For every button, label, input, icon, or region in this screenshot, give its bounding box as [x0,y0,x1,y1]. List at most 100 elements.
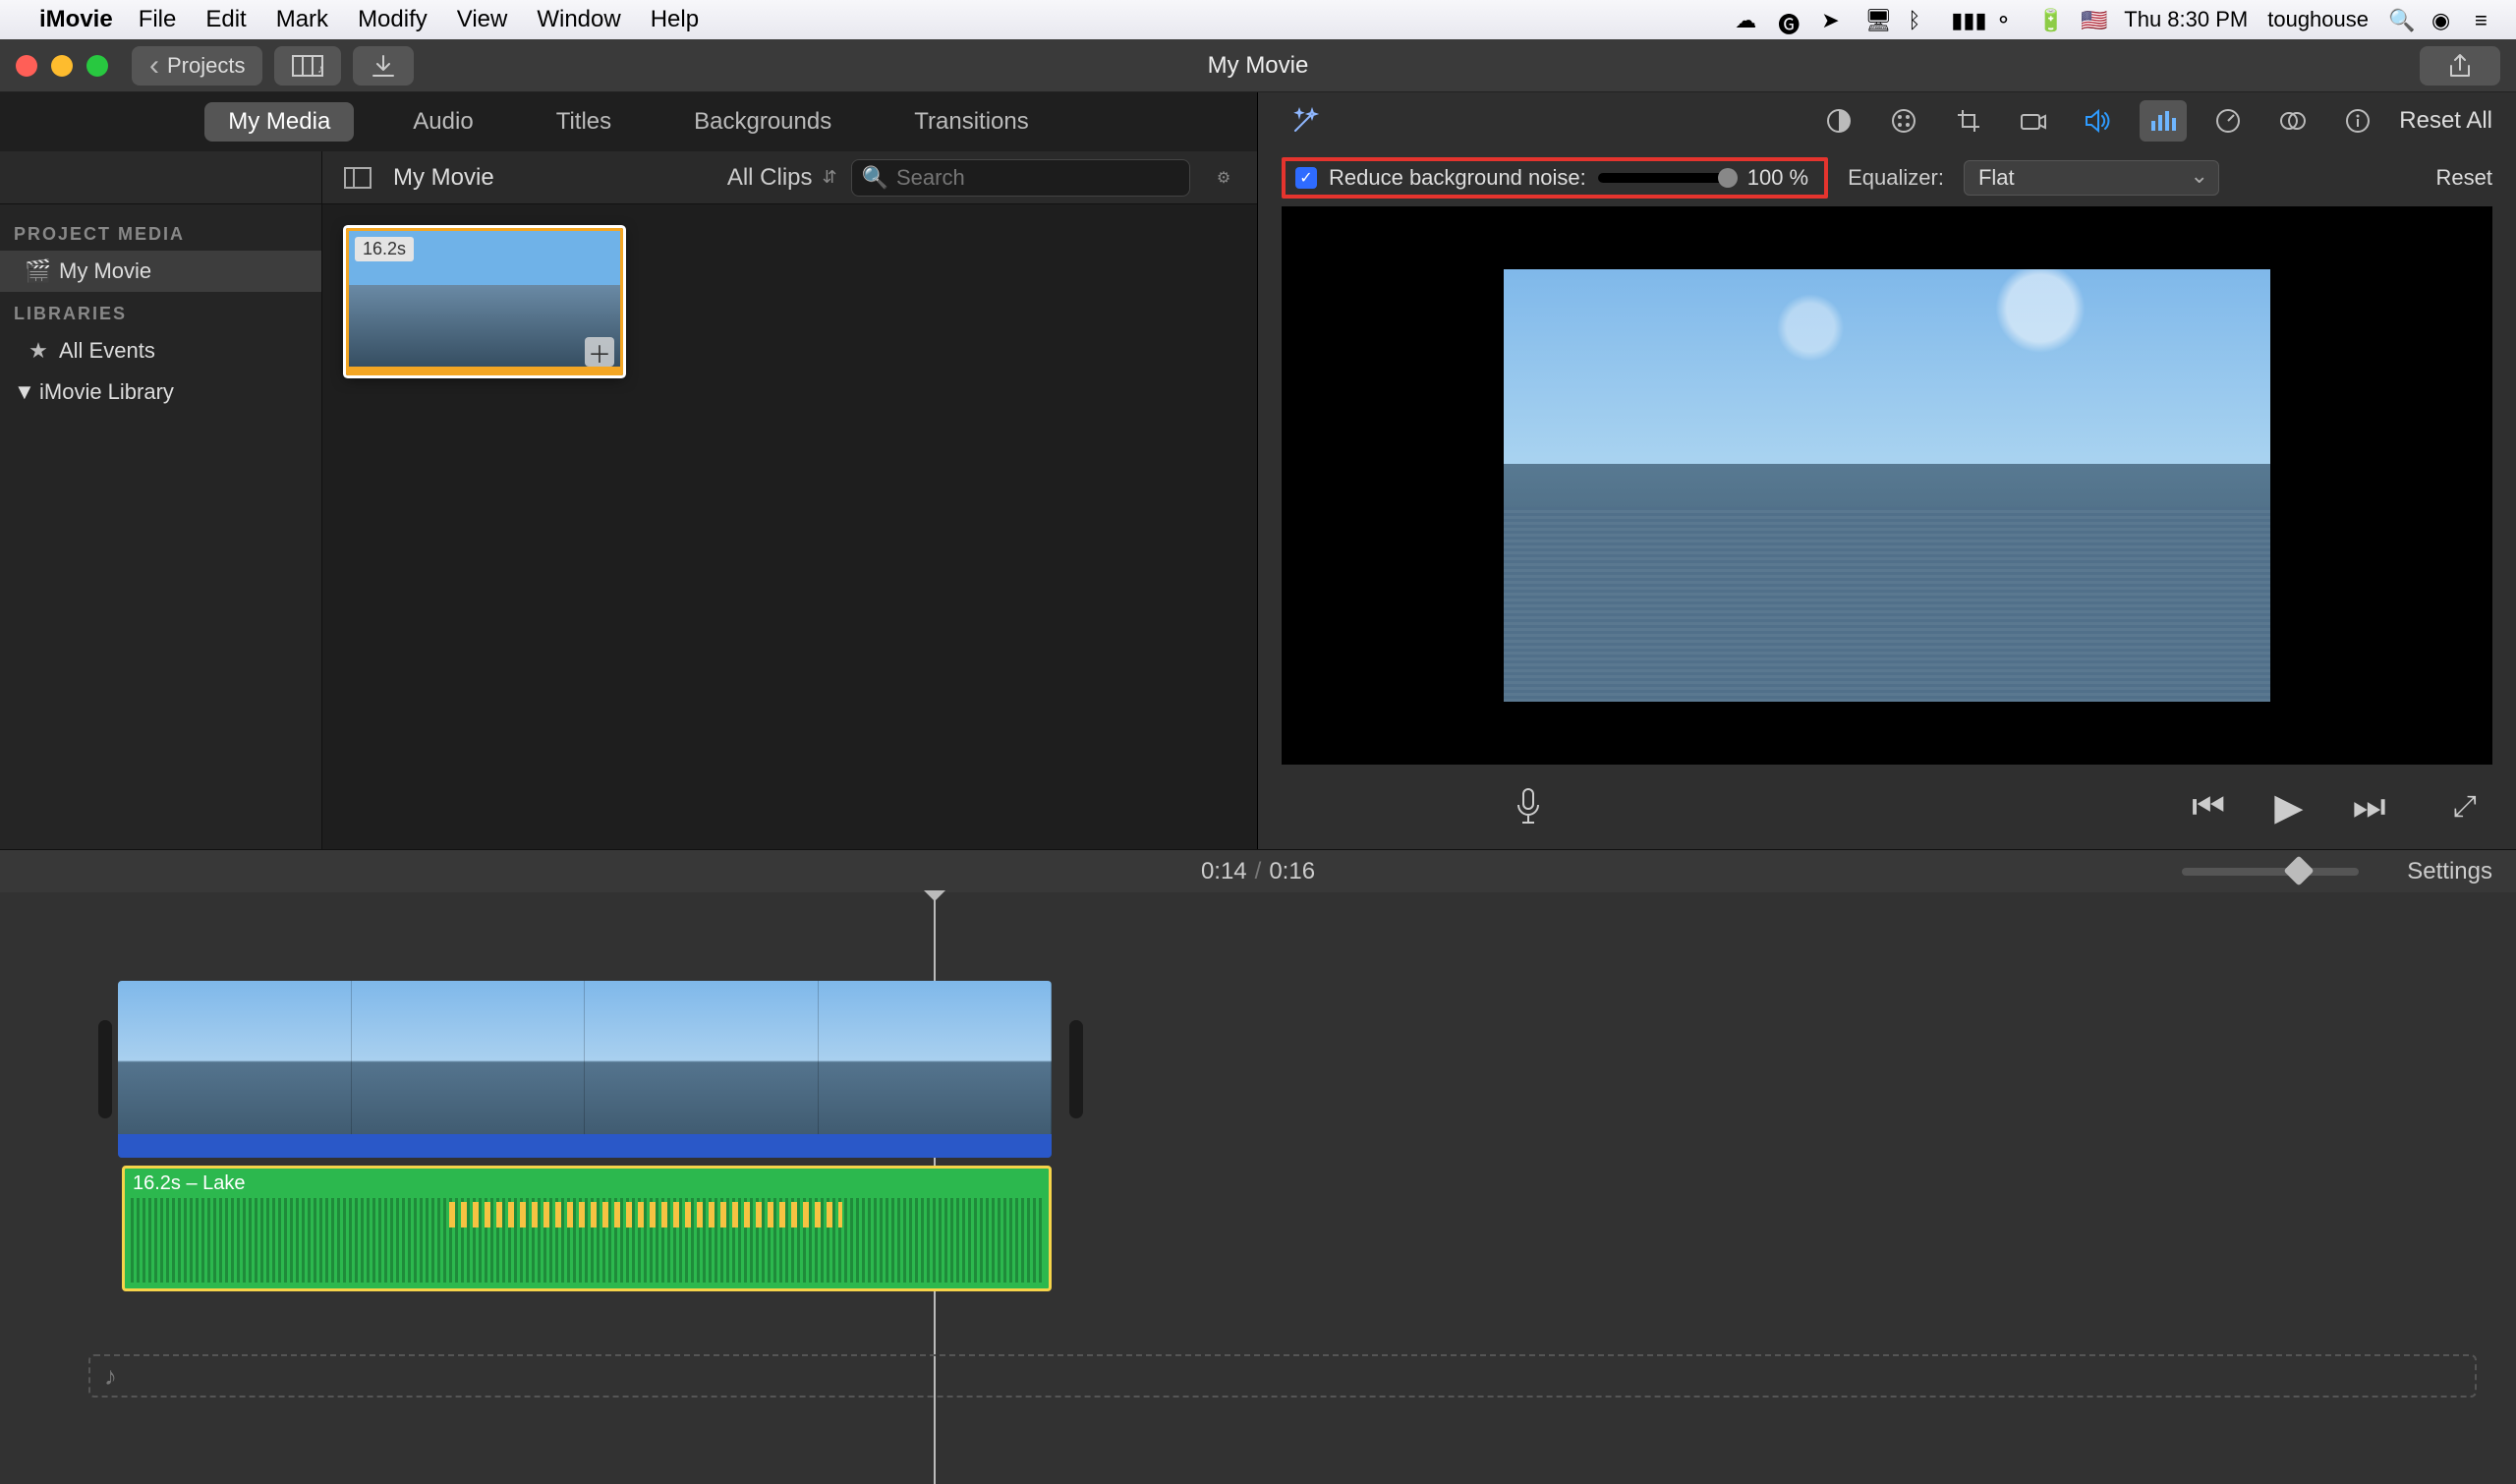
inspector-tab-strip: Reset All [1258,92,2516,149]
slider-knob[interactable] [1718,168,1738,188]
gear-icon: ⚙︎ [1217,168,1230,188]
clip-thumbnail[interactable]: 16.2s ＋ [346,228,623,375]
window-zoom-button[interactable] [86,55,108,77]
siri-icon[interactable]: ◉ [2431,8,2455,31]
voiceover-button[interactable] [1514,787,1543,827]
menu-file[interactable]: File [139,6,177,33]
equalizer-select[interactable]: Flat [1964,160,2219,196]
timeline[interactable]: 16.2s – Lake ♪ [0,892,2516,1484]
clip-duration-badge: 16.2s [355,237,414,261]
clip-trim-handle-left[interactable] [98,1020,112,1118]
clip-trim-handle-right[interactable] [1069,1020,1083,1118]
sidebar-item-project[interactable]: 🎬 My Movie [0,251,321,292]
import-media-button[interactable] [353,46,414,86]
display-status-icon[interactable]: 🖥 [1864,8,1888,31]
equalizer-value: Flat [1978,165,2015,190]
background-music-lane[interactable]: ♪ [88,1354,2477,1398]
timeline-settings-button[interactable]: Settings [2407,858,2492,885]
menubar-status: ☁︎ 🅖 ➤ 🖥 ᛒ ▮▮▮ ⚬ 🔋 🇺🇸 Thu 8:30 PM tougho… [1735,7,2498,32]
disclosure-triangle-icon[interactable]: ▼ [14,379,29,405]
fullscreen-button[interactable]: ⤢ [2453,790,2477,824]
film-import-icon: ♪ [292,55,323,77]
translate-status-icon[interactable]: 🅖 [1778,8,1801,31]
menu-window[interactable]: Window [537,6,620,33]
star-icon: ★ [28,340,49,362]
sidebar-heading-project: PROJECT MEDIA [0,212,321,251]
spotlight-icon[interactable]: 🔍 [2388,8,2412,31]
clip-filter-tab[interactable] [2269,100,2316,142]
volume-tab[interactable] [2075,100,2122,142]
sidebar-toggle-button[interactable] [336,156,379,200]
transport-controls: ⏮ ▶ ⏭ ⤢ [1258,765,2516,849]
browser-options-button[interactable]: ⚙︎ [1204,158,1243,198]
crop-tab[interactable] [1945,100,1992,142]
timeline-header: 0:14 / 0:16 Settings [0,849,2516,892]
clip-filter-dropdown[interactable]: All Clips [727,164,837,192]
app-menu[interactable]: iMovie [39,6,113,33]
sidebar-heading-libraries: LIBRARIES [0,292,321,330]
menubar-user[interactable]: toughouse [2267,7,2369,32]
magic-wand-icon [1290,106,1320,136]
reset-all-button[interactable]: Reset All [2399,107,2492,135]
audio-peaks [449,1202,842,1227]
back-label: Projects [167,53,245,79]
notifications-icon[interactable]: ≡ [2475,8,2498,31]
preview-frame[interactable] [1504,269,2270,702]
reduce-noise-checkbox[interactable]: ✓ [1295,167,1317,189]
menu-edit[interactable]: Edit [205,6,246,33]
speed-tab[interactable] [2204,100,2252,142]
timeline-video-clip[interactable] [118,981,1052,1158]
music-note-icon: ♪ [104,1361,117,1392]
back-to-projects-button[interactable]: Projects [132,46,262,86]
search-field[interactable]: 🔍 [851,159,1190,197]
crop-icon [1956,108,1981,134]
noise-eq-tab[interactable] [2140,100,2187,142]
tab-titles[interactable]: Titles [533,102,635,142]
tab-transitions[interactable]: Transitions [890,102,1052,142]
media-browser-pane: My Media Audio Titles Backgrounds Transi… [0,92,1258,849]
share-button[interactable] [2420,46,2500,86]
share-icon [2447,52,2473,80]
auto-enhance-button[interactable] [1282,100,1329,142]
menu-modify[interactable]: Modify [358,6,428,33]
window-close-button[interactable] [16,55,37,77]
next-frame-button[interactable]: ⏭ [2352,786,2385,828]
library-tab-strip: My Media Audio Titles Backgrounds Transi… [0,92,1257,151]
overlap-circles-icon [2279,109,2307,133]
play-button[interactable]: ▶ [2274,785,2303,829]
wechat-status-icon[interactable]: ☁︎ [1735,8,1758,31]
input-flag-icon[interactable]: 🇺🇸 [2081,8,2104,31]
power-status-icon[interactable]: 🔋 [2037,8,2061,31]
location-status-icon[interactable]: ➤ [1821,8,1845,31]
timeline-audio-clip[interactable]: 16.2s – Lake [122,1166,1052,1291]
sidebar-layout-icon [344,167,372,189]
sidebar-item-library[interactable]: ▼ iMovie Library [0,371,321,413]
menu-help[interactable]: Help [651,6,699,33]
menu-view[interactable]: View [457,6,508,33]
menubar-clock[interactable]: Thu 8:30 PM [2124,7,2248,32]
palette-icon [1890,107,1917,135]
timeline-zoom-slider[interactable] [2182,868,2359,876]
stabilization-tab[interactable] [2010,100,2057,142]
color-correction-tab[interactable] [1880,100,1927,142]
add-clip-button[interactable]: ＋ [585,337,614,367]
prev-frame-button[interactable]: ⏮ [2192,786,2225,828]
tab-my-media[interactable]: My Media [204,102,354,142]
menu-mark[interactable]: Mark [276,6,328,33]
sidebar-item-all-events[interactable]: ★ All Events [0,330,321,371]
reduce-noise-slider[interactable] [1598,173,1736,183]
battery-status-icon[interactable]: ▮▮▮ [1951,8,1974,31]
media-import-button[interactable]: ♪ [274,46,341,86]
color-balance-tab[interactable] [1815,100,1862,142]
tab-backgrounds[interactable]: Backgrounds [670,102,855,142]
inspector-reset-button[interactable]: Reset [2436,165,2492,191]
window-minimize-button[interactable] [51,55,73,77]
clip-info-tab[interactable] [2334,100,2381,142]
wifi-status-icon[interactable]: ⚬ [1994,8,2018,31]
search-input[interactable] [896,165,1179,191]
sidebar-item-label: All Events [59,338,155,364]
browser-breadcrumb: My Movie [393,164,494,192]
bluetooth-status-icon[interactable]: ᛒ [1908,8,1931,31]
tab-audio[interactable]: Audio [389,102,496,142]
preview-viewer [1282,206,2492,765]
